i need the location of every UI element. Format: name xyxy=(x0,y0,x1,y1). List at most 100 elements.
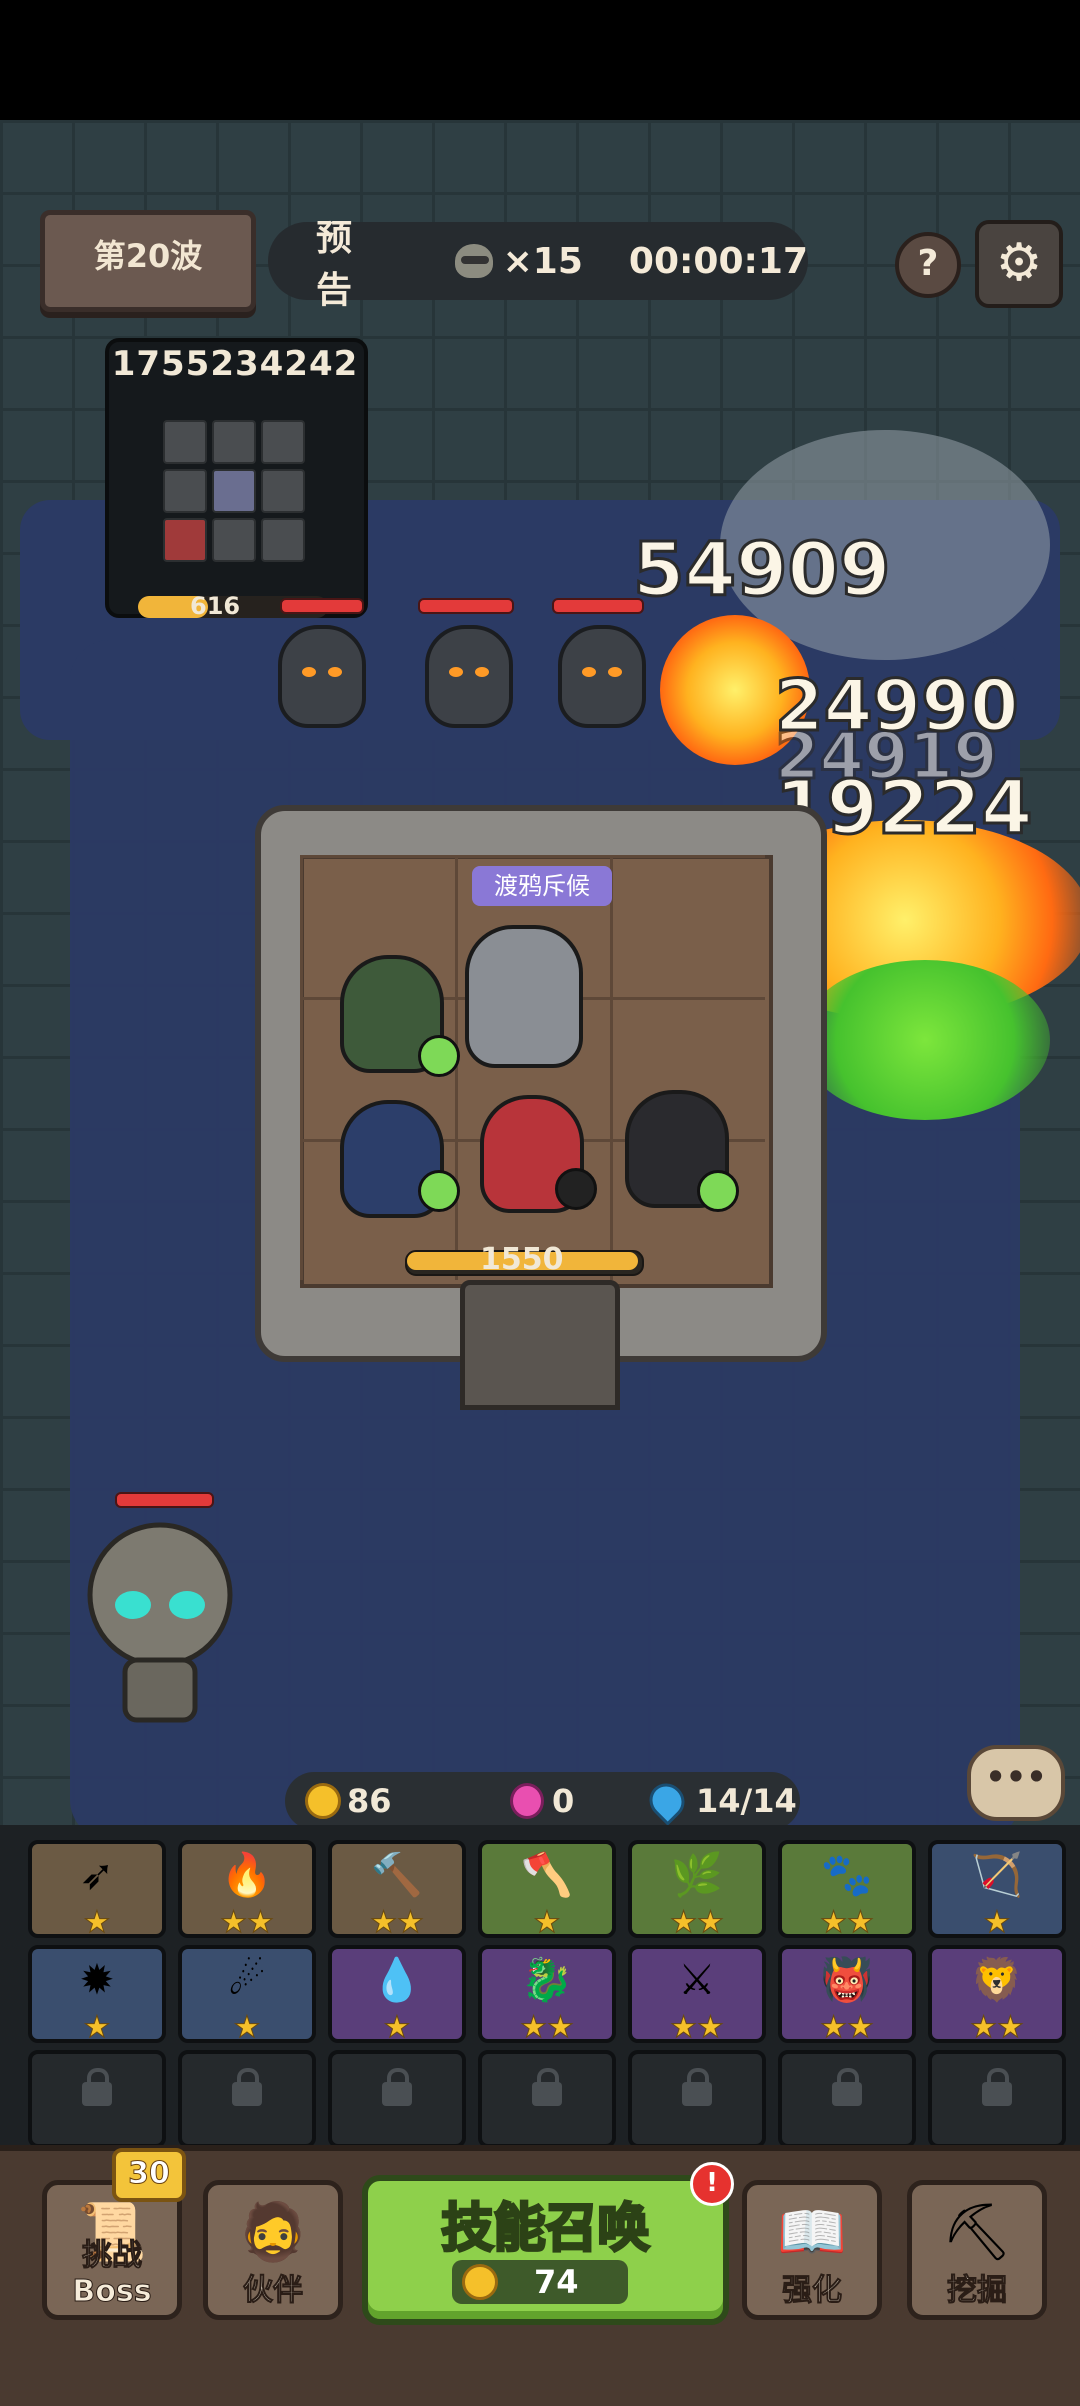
coin-icon xyxy=(305,1783,341,1819)
skill-slot[interactable]: 🪓 ★ xyxy=(478,1840,616,1941)
minimap-cell xyxy=(261,518,305,562)
minimap-cell xyxy=(163,420,207,464)
upgrade-label: 强化 xyxy=(782,2273,843,2309)
challenge-boss-label: 挑战Boss xyxy=(72,2238,152,2310)
partner-button[interactable]: 🧔 伙伴 xyxy=(203,2180,343,2320)
skill-stars: ★★ xyxy=(970,2010,1025,2046)
poison-cloud-effect xyxy=(800,960,1050,1120)
comet-icon: ☄ xyxy=(228,1955,266,2004)
skill-slot[interactable]: 🏹 ★ xyxy=(928,1840,1066,1941)
hero-cooldown xyxy=(418,1170,460,1212)
chat-button[interactable]: ••• xyxy=(967,1745,1065,1821)
energy-value: 14/14 xyxy=(696,1782,797,1820)
hero-cooldown xyxy=(418,1035,460,1077)
damage-number: 54909 xyxy=(631,526,891,615)
skill-slot[interactable]: 🌿 ★★ xyxy=(628,1840,766,1941)
skill-stars: ★ xyxy=(533,1905,561,1941)
gear-icon: ⚙ xyxy=(995,233,1043,293)
skill-slot[interactable]: 🐉 ★★ xyxy=(478,1945,616,2046)
partner-portrait-icon: 🧔 xyxy=(238,2200,308,2265)
skill-slot[interactable]: 💧 ★ xyxy=(328,1945,466,2046)
locked-skill-slot[interactable] xyxy=(178,2050,316,2148)
skill-stars: ★ xyxy=(233,2010,261,2046)
partner-label: 伙伴 xyxy=(243,2273,304,2309)
enemy-hp-bar xyxy=(552,598,644,614)
skill-slot[interactable]: ➶ ★ xyxy=(28,1840,166,1941)
ellipsis-icon: ••• xyxy=(985,1758,1047,1796)
hammer-icon: 🔨 xyxy=(370,1850,424,1899)
skill-slot[interactable]: 🐾 ★★ xyxy=(778,1840,916,1941)
gold-counter: 86 xyxy=(305,1782,392,1820)
summon-cost-value: 74 xyxy=(534,2263,579,2301)
skill-slot[interactable]: ✹ ★ xyxy=(28,1945,166,2046)
gem-counter: 0 xyxy=(510,1782,574,1820)
spike-icon: ✹ xyxy=(79,1955,115,2004)
skill-stars: ★★ xyxy=(670,1905,725,1941)
upgrade-button[interactable]: 📖 强化 xyxy=(742,2180,882,2320)
skull-boss[interactable] xyxy=(85,1520,235,1740)
skill-stars: ★ xyxy=(83,2010,111,2046)
skill-slot[interactable]: 👹 ★★ xyxy=(778,1945,916,2046)
hero-cooldown xyxy=(555,1168,597,1210)
flame-icon: 🔥 xyxy=(220,1850,274,1899)
spear-icon: ➶ xyxy=(79,1850,115,1899)
axe-icon: 🪓 xyxy=(520,1850,574,1899)
locked-skill-slot[interactable] xyxy=(778,2050,916,2148)
settings-button[interactable]: ⚙ xyxy=(975,220,1063,308)
enemy-count: ×15 xyxy=(502,240,583,282)
minimap-score: 1755234242 xyxy=(111,344,359,384)
locked-skill-slot[interactable] xyxy=(478,2050,616,2148)
locked-skill-slot[interactable] xyxy=(928,2050,1066,2148)
skill-stars: ★ xyxy=(983,1905,1011,1941)
crossbow-icon: 🏹 xyxy=(970,1850,1024,1899)
damage-number: 24990 xyxy=(774,664,1021,749)
gem-value: 0 xyxy=(552,1782,575,1820)
lock-icon xyxy=(982,2068,1012,2106)
skill-slot[interactable]: ⚔ ★★ xyxy=(628,1945,766,2046)
skill-stars: ★★ xyxy=(670,2010,725,2046)
dig-label: 挖掘 xyxy=(947,2273,1008,2309)
help-button[interactable]: ? xyxy=(895,232,961,298)
dragon-icon: 🐉 xyxy=(520,1955,574,2004)
minimap-cell xyxy=(261,420,305,464)
coin-icon xyxy=(462,2264,498,2300)
skill-slot[interactable]: 🔥 ★★ xyxy=(178,1840,316,1941)
lock-icon xyxy=(682,2068,712,2106)
demon-icon: 👹 xyxy=(820,1955,874,2004)
flame-drop-icon xyxy=(642,1776,692,1826)
minimap-cell xyxy=(261,469,305,513)
enemy-shadow-golem[interactable] xyxy=(558,625,646,728)
skill-stars: ★★ xyxy=(370,1905,425,1941)
skill-slot[interactable]: ☄ ★ xyxy=(178,1945,316,2046)
fortress-gate xyxy=(460,1280,620,1410)
locked-skill-slot[interactable] xyxy=(628,2050,766,2148)
lock-icon xyxy=(532,2068,562,2106)
enemy-shadow-golem[interactable] xyxy=(425,625,513,728)
minimap-cell xyxy=(212,518,256,562)
minimap-cell xyxy=(163,469,207,513)
challenge-count-badge: 30 xyxy=(112,2148,186,2202)
skill-slot[interactable]: 🔨 ★★ xyxy=(328,1840,466,1941)
skill-stars: ★★ xyxy=(220,1905,275,1941)
boss-hp-bar xyxy=(115,1492,214,1508)
lock-icon xyxy=(82,2068,112,2106)
water-icon: 💧 xyxy=(370,1955,424,2004)
skill-slot[interactable]: 🦁 ★★ xyxy=(928,1945,1066,2046)
resource-bar: 86 0 14/14 xyxy=(285,1772,800,1830)
lock-icon xyxy=(382,2068,412,2106)
skill-stars: ★ xyxy=(383,2010,411,2046)
enemy-shadow-golem[interactable] xyxy=(278,625,366,728)
locked-skill-slot[interactable] xyxy=(328,2050,466,2148)
dig-button[interactable]: ⛏ 挖掘 xyxy=(907,2180,1047,2320)
blades-icon: ⚔ xyxy=(678,1955,716,2004)
minimap-hp-value: 616 xyxy=(190,592,241,620)
locked-skill-slot[interactable] xyxy=(28,2050,166,2148)
wave-timer: 00:00:17 xyxy=(628,240,808,282)
skill-stars: ★★ xyxy=(820,2010,875,2046)
gold-value: 86 xyxy=(347,1782,392,1820)
hero-gladiator[interactable] xyxy=(465,925,583,1068)
beast-icon: 🦁 xyxy=(970,1955,1024,2004)
skill-stars: ★★ xyxy=(520,2010,575,2046)
minimap-cell xyxy=(212,469,256,513)
skill-stars: ★★ xyxy=(820,1905,875,1941)
